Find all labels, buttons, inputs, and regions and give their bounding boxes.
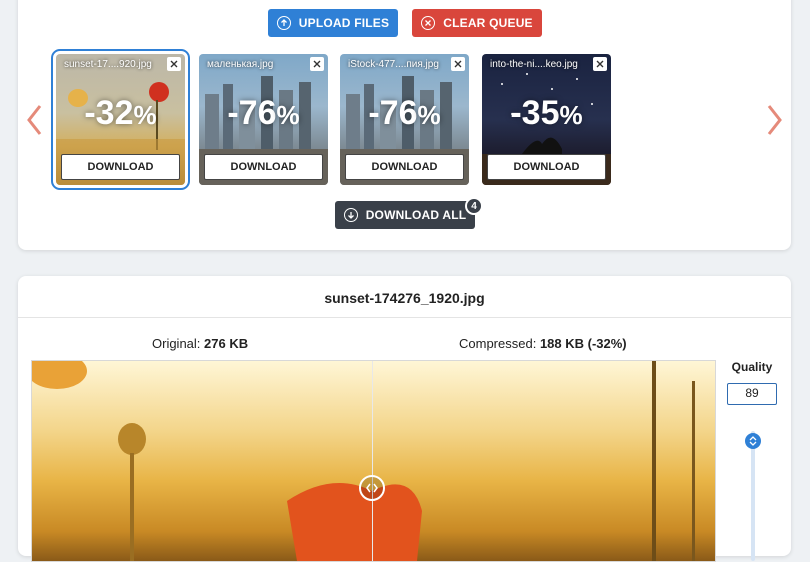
queue-item-filename: iStock-477....пия.jpg (348, 59, 439, 70)
split-handle-icon[interactable] (359, 475, 385, 501)
next-arrow-button[interactable] (764, 100, 784, 140)
chevron-left-icon (27, 105, 42, 135)
download-all-button[interactable]: DOWNLOAD ALL (335, 201, 475, 229)
reduction-percent: -35% (510, 94, 583, 132)
queue-item-2[interactable]: маленькая.jpg -76% DOWNLOAD (199, 54, 328, 185)
quality-input[interactable]: 89 (727, 383, 777, 405)
compare-image-viewer[interactable] (31, 360, 716, 562)
file-title: sunset-174276_1920.jpg (324, 290, 485, 306)
sunset-comparison-image (32, 361, 695, 561)
arrow-up-circle-icon (276, 16, 291, 30)
arrow-down-circle-icon (343, 208, 358, 222)
close-icon[interactable] (451, 57, 465, 71)
upload-files-button[interactable]: UPLOAD FILES (268, 9, 398, 37)
chevron-up-down-icon[interactable] (745, 433, 761, 449)
queue-item-filename: sunset-17....920.jpg (64, 59, 152, 70)
queue-item-3[interactable]: iStock-477....пия.jpg -76% DOWNLOAD (340, 54, 469, 185)
download-button[interactable]: DOWNLOAD (345, 154, 464, 180)
quality-label: Quality (731, 360, 773, 374)
queue-item-filename: into-the-ni....keo.jpg (490, 59, 578, 70)
divider (18, 317, 791, 318)
reduction-percent: -76% (368, 94, 441, 132)
reduction-percent: -76% (227, 94, 300, 132)
download-count-badge: 4 (465, 197, 483, 215)
close-icon[interactable] (310, 57, 324, 71)
split-line (372, 361, 373, 561)
x-circle-icon (421, 16, 436, 30)
download-button[interactable]: DOWNLOAD (204, 154, 323, 180)
chevron-right-icon (767, 105, 782, 135)
reduction-percent: -32% (84, 94, 157, 132)
queue-item-4[interactable]: into-the-ni....keo.jpg -35% DOWNLOAD (482, 54, 611, 185)
close-icon[interactable] (167, 57, 181, 71)
queue-item-filename: маленькая.jpg (207, 59, 274, 70)
download-button[interactable]: DOWNLOAD (487, 154, 606, 180)
upload-files-label: UPLOAD FILES (298, 16, 390, 30)
clear-queue-button[interactable]: CLEAR QUEUE (412, 9, 542, 37)
compressed-size-label: Compressed: 188 KB (-32%) (459, 336, 627, 351)
clear-queue-label: CLEAR QUEUE (443, 16, 533, 30)
compare-card: sunset-174276_1920.jpg Original: 276 KB … (18, 276, 791, 562)
original-size-label: Original: 276 KB (152, 336, 249, 351)
quality-slider-track[interactable] (751, 431, 755, 561)
close-icon[interactable] (593, 57, 607, 71)
download-all-label: DOWNLOAD ALL (365, 208, 467, 222)
download-button[interactable]: DOWNLOAD (61, 154, 180, 180)
prev-arrow-button[interactable] (25, 100, 45, 140)
queue-item-1[interactable]: sunset-17....920.jpg -32% DOWNLOAD (51, 49, 190, 190)
